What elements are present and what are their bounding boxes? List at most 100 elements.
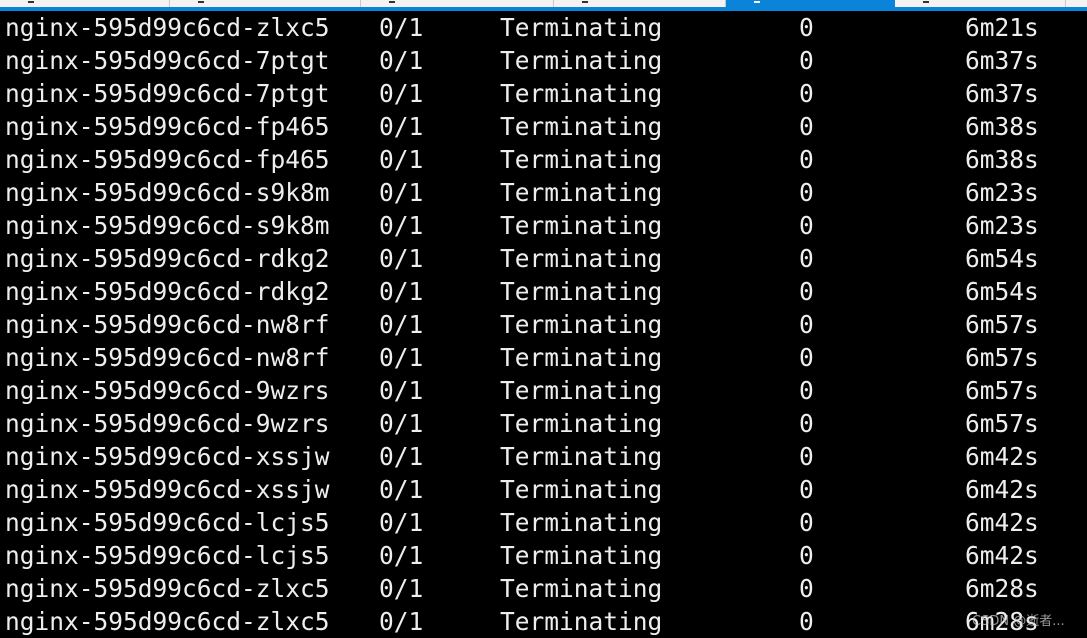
- restarts: 0: [799, 211, 814, 240]
- age: 6m57s: [965, 343, 1039, 372]
- status: Terminating: [500, 508, 663, 537]
- age: 6m37s: [965, 79, 1039, 108]
- restarts: 0: [799, 79, 814, 108]
- status: Terminating: [500, 310, 663, 339]
- tab-icon: [582, 1, 588, 3]
- pod-name: nginx-595d99c6cd-xssjw: [5, 475, 330, 504]
- pod-name: nginx-595d99c6cd-9wzrs: [5, 376, 330, 405]
- status: Terminating: [500, 178, 663, 207]
- ready: 0/1: [379, 277, 424, 306]
- status: Terminating: [500, 376, 663, 405]
- status: Terminating: [500, 79, 663, 108]
- pod-name: nginx-595d99c6cd-nw8rf: [5, 343, 330, 372]
- status: Terminating: [500, 475, 663, 504]
- ready: 0/1: [379, 343, 424, 372]
- table-row: nginx-595d99c6cd-9wzrs 0/1 Terminating 0 6m5…: [0, 407, 1087, 440]
- age: 6m38s: [965, 145, 1039, 174]
- restarts: 0: [799, 574, 814, 603]
- table-row: nginx-595d99c6cd-9wzrs 0/1 Terminating 0 6m5…: [0, 374, 1087, 407]
- status: Terminating: [500, 244, 663, 273]
- age: 6m57s: [965, 376, 1039, 405]
- tab-strip: [0, 0, 1087, 7]
- ready: 0/1: [379, 310, 424, 339]
- age: 6m57s: [965, 409, 1039, 438]
- age: 6m23s: [965, 178, 1039, 207]
- status: Terminating: [500, 442, 663, 471]
- pod-name: nginx-595d99c6cd-7ptgt: [5, 46, 330, 75]
- terminal-tab-4[interactable]: [554, 0, 726, 7]
- age: 6m54s: [965, 244, 1039, 273]
- age: 6m23s: [965, 211, 1039, 240]
- age: 6m38s: [965, 112, 1039, 141]
- table-row: nginx-595d99c6cd-7ptgt 0/1 Terminating 0 6m3…: [0, 44, 1087, 77]
- table-row: nginx-595d99c6cd-s9k8m 0/1 Terminating 0 6m2…: [0, 176, 1087, 209]
- status: Terminating: [500, 607, 663, 636]
- table-row: nginx-595d99c6cd-zlxc5 0/1 Terminating 0 6m2…: [0, 572, 1087, 605]
- table-row: nginx-595d99c6cd-zlxc5 0/1 Terminating 0 6m2…: [0, 11, 1087, 44]
- status: Terminating: [500, 541, 663, 570]
- ready: 0/1: [379, 607, 424, 636]
- pod-name: nginx-595d99c6cd-fp465: [5, 112, 330, 141]
- age: 6m54s: [965, 277, 1039, 306]
- table-row: nginx-595d99c6cd-xssjw 0/1 Terminating 0 6m4…: [0, 440, 1087, 473]
- restarts: 0: [799, 343, 814, 372]
- ready: 0/1: [379, 211, 424, 240]
- ready: 0/1: [379, 13, 424, 42]
- table-row: nginx-595d99c6cd-zlxc5 0/1 Terminating 0 6m2…: [0, 605, 1087, 638]
- status: Terminating: [500, 46, 663, 75]
- status: Terminating: [500, 343, 663, 372]
- ready: 0/1: [379, 376, 424, 405]
- age: 6m28s: [965, 574, 1039, 603]
- ready: 0/1: [379, 112, 424, 141]
- pod-name: nginx-595d99c6cd-zlxc5: [5, 607, 330, 636]
- status: Terminating: [500, 409, 663, 438]
- ready: 0/1: [379, 46, 424, 75]
- restarts: 0: [799, 178, 814, 207]
- restarts: 0: [799, 13, 814, 42]
- tab-icon: [923, 1, 929, 3]
- terminal-tab-3[interactable]: [361, 0, 554, 7]
- watermark: CSDN @逝者...: [972, 614, 1065, 629]
- restarts: 0: [799, 277, 814, 306]
- restarts: 0: [799, 145, 814, 174]
- restarts: 0: [799, 112, 814, 141]
- restarts: 0: [799, 541, 814, 570]
- table-row: nginx-595d99c6cd-rdkg2 0/1 Terminating 0 6m5…: [0, 242, 1087, 275]
- pod-name: nginx-595d99c6cd-rdkg2: [5, 277, 330, 306]
- ready: 0/1: [379, 442, 424, 471]
- restarts: 0: [799, 475, 814, 504]
- restarts: 0: [799, 442, 814, 471]
- terminal-tab-1[interactable]: [0, 0, 170, 7]
- table-row: nginx-595d99c6cd-rdkg2 0/1 Terminating 0 6m5…: [0, 275, 1087, 308]
- pod-name: nginx-595d99c6cd-7ptgt: [5, 79, 330, 108]
- restarts: 0: [799, 409, 814, 438]
- terminal-tab-2[interactable]: [170, 0, 361, 7]
- table-row: nginx-595d99c6cd-s9k8m 0/1 Terminating 0 6m2…: [0, 209, 1087, 242]
- ready: 0/1: [379, 574, 424, 603]
- terminal-tab-6[interactable]: [895, 0, 1066, 7]
- ready: 0/1: [379, 244, 424, 273]
- table-row: nginx-595d99c6cd-7ptgt 0/1 Terminating 0 6m3…: [0, 77, 1087, 110]
- status: Terminating: [500, 112, 663, 141]
- pod-name: nginx-595d99c6cd-xssjw: [5, 442, 330, 471]
- pod-name: nginx-595d99c6cd-zlxc5: [5, 574, 330, 603]
- table-row: nginx-595d99c6cd-nw8rf 0/1 Terminating 0 6m5…: [0, 341, 1087, 374]
- restarts: 0: [799, 607, 814, 636]
- age: 6m42s: [965, 541, 1039, 570]
- terminal-tab-5[interactable]: [726, 0, 895, 7]
- restarts: 0: [799, 508, 814, 537]
- restarts: 0: [799, 46, 814, 75]
- table-row: nginx-595d99c6cd-fp465 0/1 Terminating 0 6m3…: [0, 110, 1087, 143]
- table-row: nginx-595d99c6cd-fp465 0/1 Terminating 0 6m3…: [0, 143, 1087, 176]
- tab-icon: [198, 1, 204, 3]
- table-row: nginx-595d99c6cd-lcjs5 0/1 Terminating 0 6m4…: [0, 506, 1087, 539]
- age: 6m37s: [965, 46, 1039, 75]
- status: Terminating: [500, 13, 663, 42]
- table-row: nginx-595d99c6cd-lcjs5 0/1 Terminating 0 6m4…: [0, 539, 1087, 572]
- pod-name: nginx-595d99c6cd-9wzrs: [5, 409, 330, 438]
- status: Terminating: [500, 574, 663, 603]
- ready: 0/1: [379, 178, 424, 207]
- ready: 0/1: [379, 475, 424, 504]
- pod-name: nginx-595d99c6cd-lcjs5: [5, 541, 330, 570]
- ready: 0/1: [379, 409, 424, 438]
